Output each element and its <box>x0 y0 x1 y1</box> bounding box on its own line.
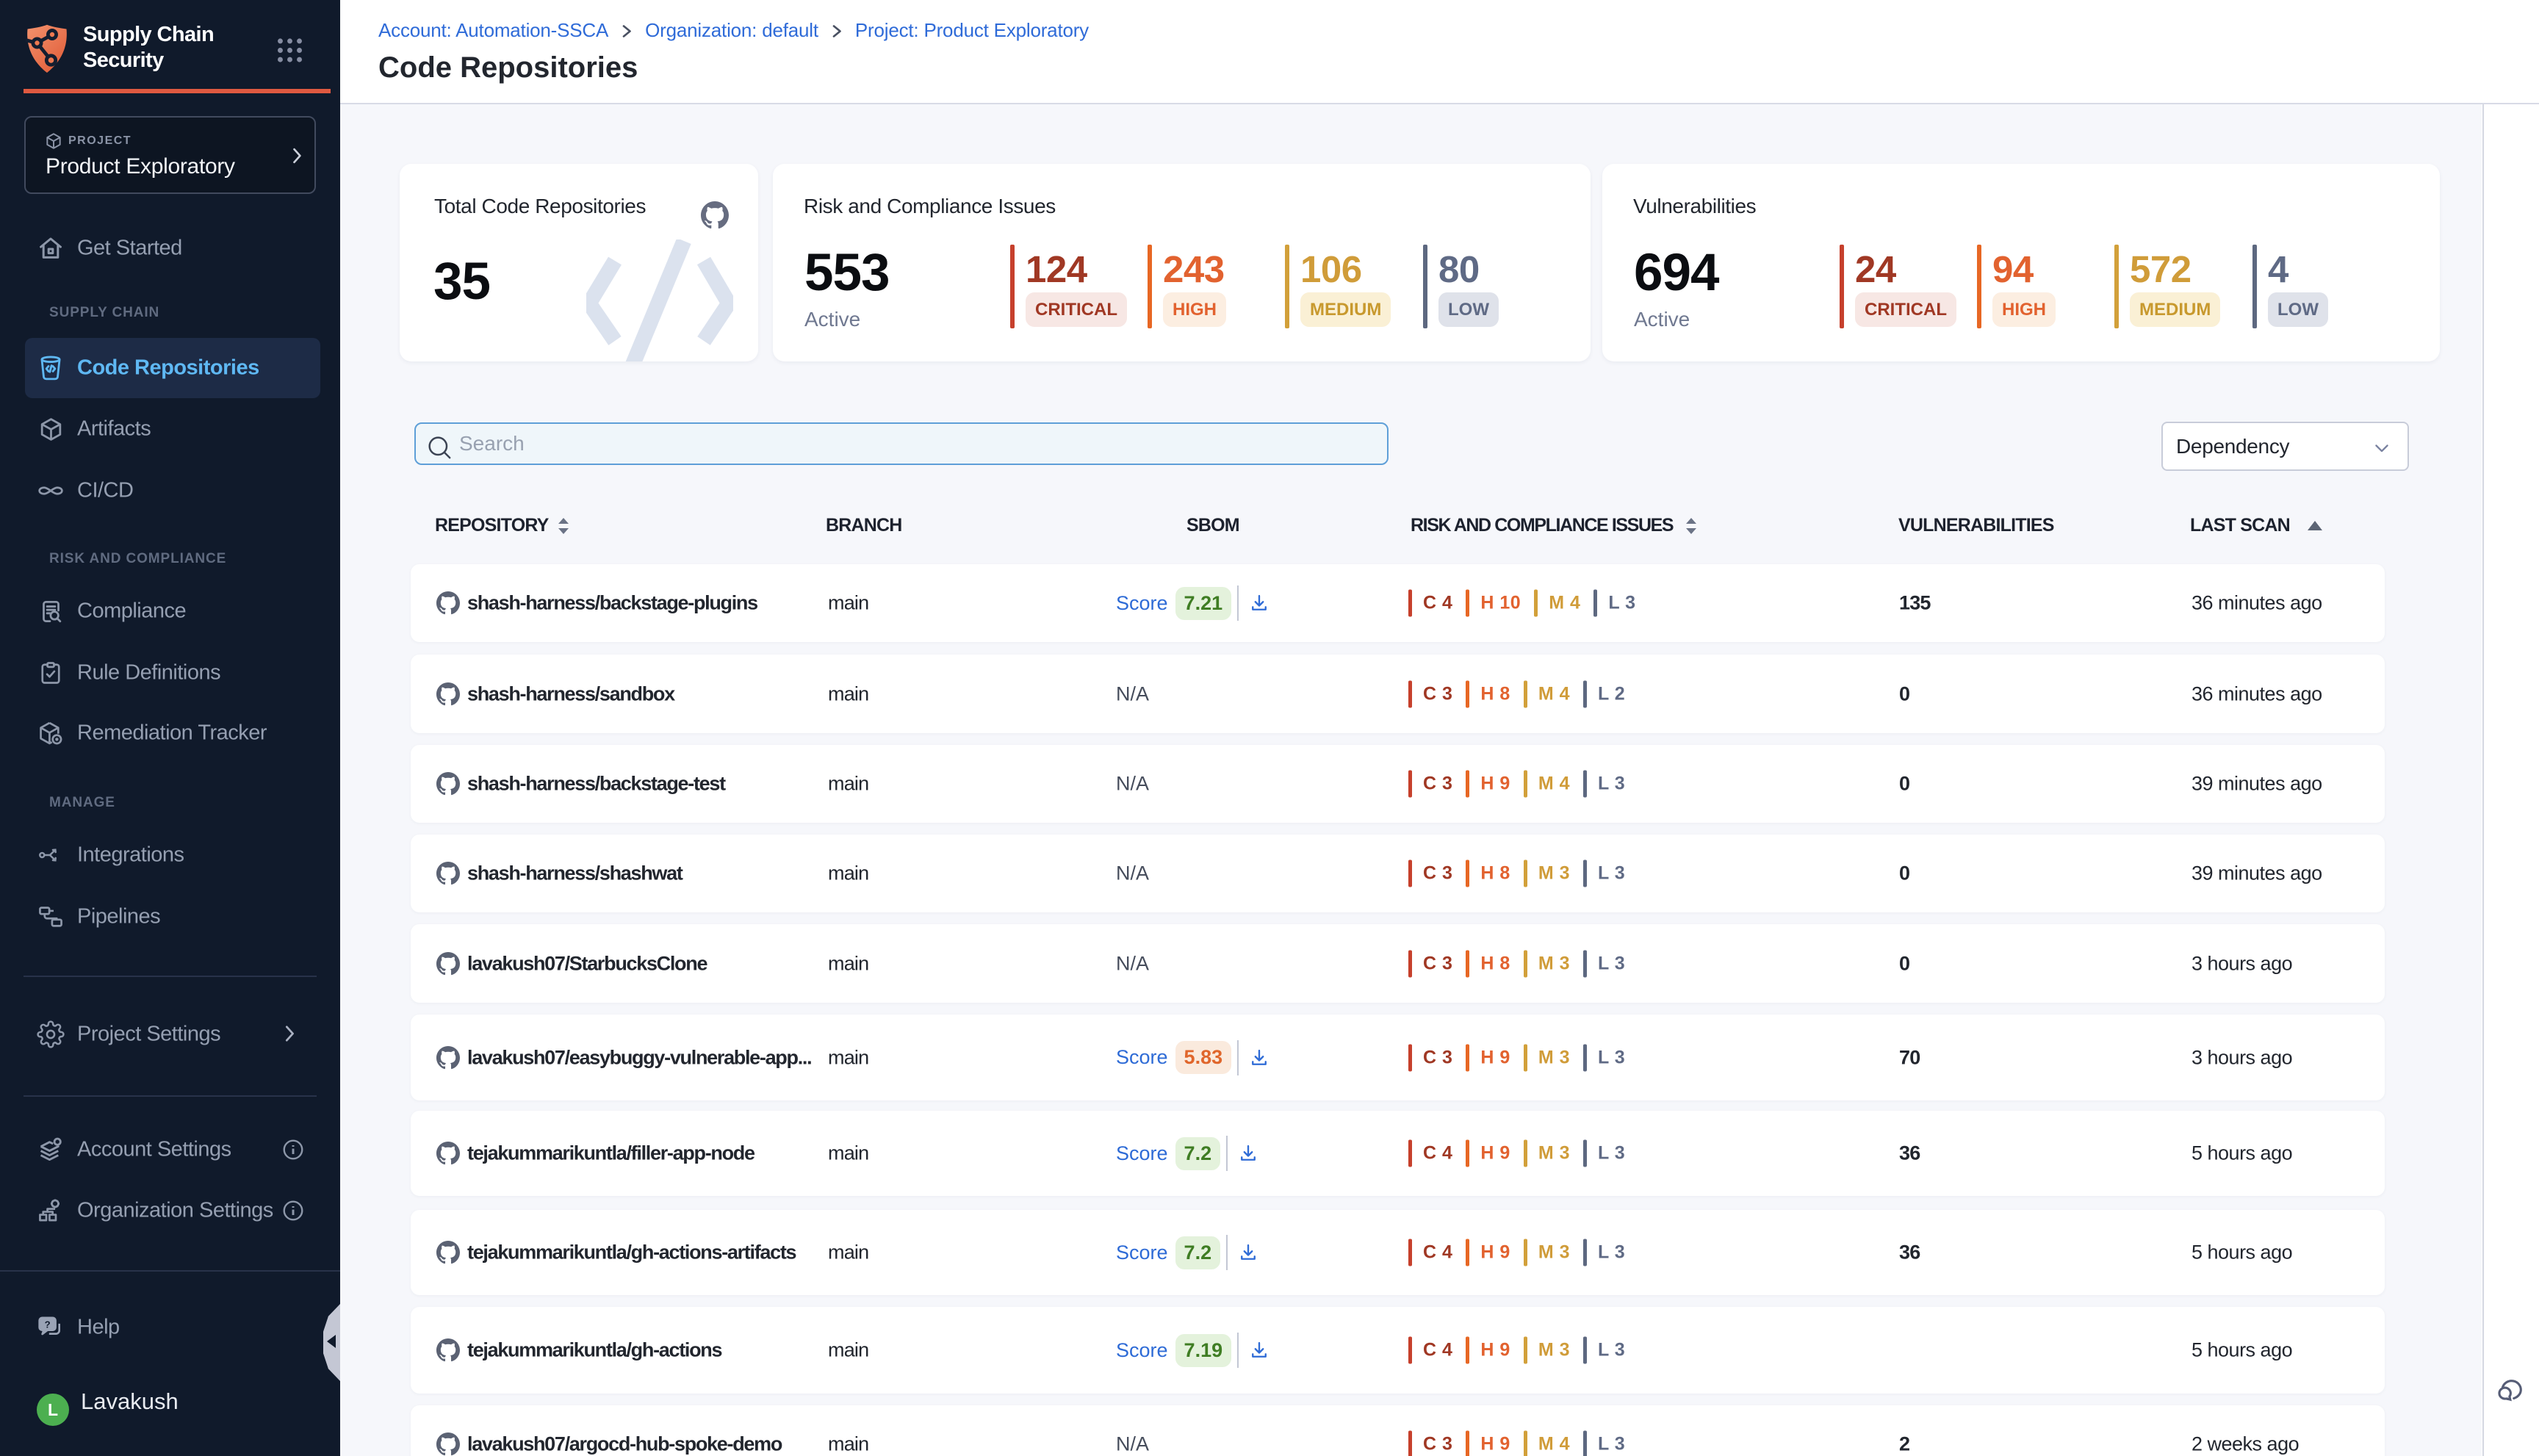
svg-text:?: ? <box>45 1319 51 1330</box>
